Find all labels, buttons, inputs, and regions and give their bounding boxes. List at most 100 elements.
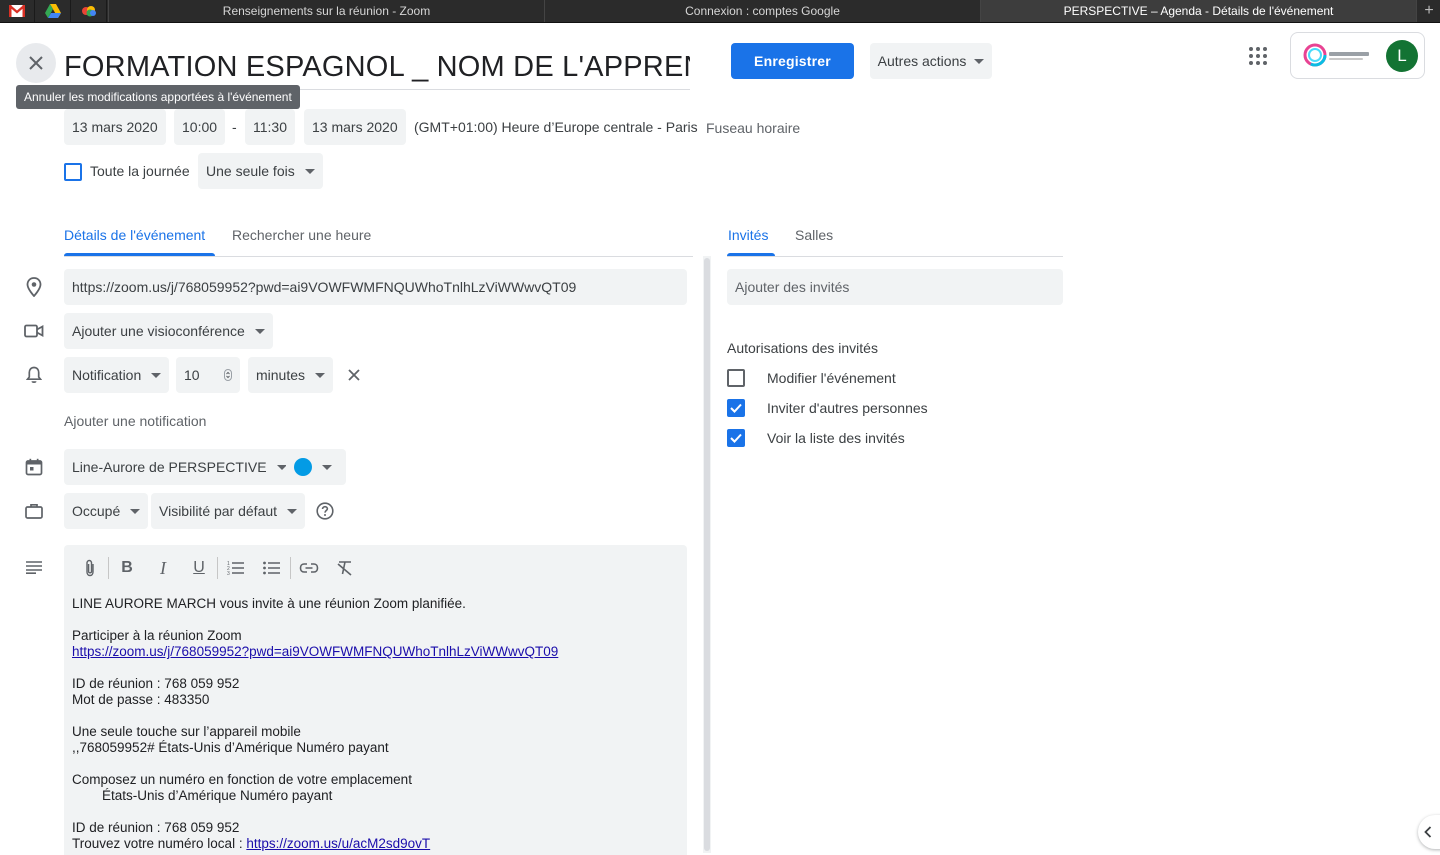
calendar-icon [24,457,44,477]
chevron-left-icon [1424,826,1432,838]
description-line: États-Unis d’Amérique Numéro payant [72,788,333,803]
description-line [72,708,672,724]
availability-dropdown[interactable]: Occupé [64,493,149,529]
zoom-meeting-link[interactable]: https://zoom.us/j/768059952?pwd=ai9VOWFW… [72,644,558,659]
add-notification-button[interactable]: Ajouter une notification [64,413,206,429]
link-button[interactable] [291,553,327,583]
event-title-input[interactable]: FORMATION ESPAGNOL _ NOM DE L'APPRENANT [64,47,690,90]
availability-value: Occupé [72,503,121,519]
account-switcher[interactable]: L [1290,32,1425,79]
notification-value: 10 [184,367,200,383]
description-line [72,756,672,772]
chevron-down-icon [315,372,326,378]
end-date-field[interactable]: 13 mars 2020 [304,109,406,145]
bold-button[interactable]: B [109,553,145,583]
all-day-checkbox[interactable] [64,163,82,181]
event-color-swatch [294,458,312,476]
clear-formatting-button[interactable] [327,553,363,583]
description-line: ,,768059952# États-Unis d’Amérique Numér… [72,740,389,755]
chevron-down-icon [254,328,265,334]
perspective-logo [1301,41,1373,69]
description-line: ID de réunion : 768 059 952 [72,820,240,835]
description-line [72,804,672,820]
permission-invite-label: Inviter d'autres personnes [767,400,928,416]
conference-label: Ajouter une visioconférence [72,323,245,339]
tab-find-time[interactable]: Rechercher une heure [232,227,371,243]
more-actions-label: Autres actions [877,53,967,69]
permission-see-list-label: Voir la liste des invités [767,430,905,446]
description-line: Une seule touche sur l’appareil mobile [72,724,301,739]
close-tooltip: Annuler les modifications apportées à l'… [16,85,300,109]
chevron-down-icon [974,58,985,64]
gmail-pinned-tab[interactable] [0,0,35,22]
checkmark-icon [730,433,742,443]
permission-modify-checkbox[interactable] [727,369,745,387]
photos-pinned-tab[interactable] [72,0,107,22]
tabs-divider [64,256,693,257]
underline-button[interactable]: U [181,553,217,583]
guest-permissions-title: Autorisations des invités [727,340,878,356]
location-input[interactable]: https://zoom.us/j/768059952?pwd=ai9VOWFW… [64,269,687,305]
stepper-arrows-icon[interactable] [224,369,232,381]
bold-icon: B [121,559,133,576]
side-panel-toggle[interactable] [1418,815,1440,849]
drive-pinned-tab[interactable] [36,0,71,22]
notification-type-value: Notification [72,367,142,383]
permission-see-list-checkbox[interactable] [727,429,745,447]
bell-icon [24,365,44,385]
tab-event-details[interactable]: Détails de l'événement [64,227,205,243]
tab-calendar-event[interactable]: PERSPECTIVE – Agenda - Détails de l'évén… [980,0,1416,22]
end-time-field[interactable]: 11:30 [245,109,295,145]
chevron-down-icon [322,464,332,470]
calendar-dropdown[interactable]: Line-Aurore de PERSPECTIVE [64,449,295,485]
numbered-list-button[interactable]: 123 [218,553,254,583]
start-date-field[interactable]: 13 mars 2020 [64,109,166,145]
local-number-link[interactable]: https://zoom.us/u/acM2sd9ovT [246,836,430,851]
notification-type-dropdown[interactable]: Notification [64,357,170,393]
save-button-label: Enregistrer [754,53,831,69]
tabs-divider [727,256,1063,257]
save-button[interactable]: Enregistrer [731,43,854,79]
tab-zoom[interactable]: Renseignements sur la réunion - Zoom [108,0,544,22]
description-line: Trouvez votre numéro local : https://zoo… [72,836,672,852]
attachment-button[interactable] [72,553,108,583]
remove-notification-button[interactable] [344,365,364,385]
chevron-down-icon [304,168,315,174]
description-editor[interactable]: B I U 123 LINE AURORE MARCH vous invite … [64,545,687,855]
notification-value-stepper[interactable]: 10 [176,357,240,393]
notification-unit-dropdown[interactable]: minutes [248,357,334,393]
permission-invite-checkbox[interactable] [727,399,745,417]
add-guests-input[interactable]: Ajouter des invités [727,269,1063,305]
close-button[interactable] [16,43,56,83]
new-tab-button[interactable]: + [1416,0,1440,22]
description-line: https://zoom.us/j/768059952?pwd=ai9VOWFW… [72,644,672,660]
event-color-dropdown[interactable] [286,449,346,485]
paperclip-icon [86,559,94,577]
start-time-field[interactable]: 10:00 [174,109,226,145]
visibility-dropdown[interactable]: Visibilité par défaut [151,493,306,529]
chevron-down-icon [130,508,141,514]
add-conference-dropdown[interactable]: Ajouter une visioconférence [64,313,273,349]
drive-icon [45,4,61,18]
scrollbar-thumb[interactable] [704,258,710,851]
description-line [72,660,672,676]
tab-guests[interactable]: Invités [728,227,768,243]
description-line: Participer à la réunion Zoom [72,628,242,643]
tab-google-accounts[interactable]: Connexion : comptes Google [544,0,980,22]
timezone-button[interactable]: Fuseau horaire [706,120,800,136]
avatar[interactable]: L [1386,40,1418,72]
description-text[interactable]: LINE AURORE MARCH vous invite à une réun… [72,596,672,852]
italic-button[interactable]: I [145,553,181,583]
video-camera-icon [24,321,44,341]
help-icon[interactable] [315,501,335,521]
more-actions-button[interactable]: Autres actions [870,43,992,79]
recurrence-value: Une seule fois [206,163,295,179]
cloud-app-icon [82,6,96,17]
apps-button[interactable] [1240,38,1276,74]
description-icon [24,557,44,577]
notification-unit-value: minutes [256,367,306,383]
location-pin-icon [24,277,44,297]
bulleted-list-button[interactable] [254,553,290,583]
recurrence-dropdown[interactable]: Une seule fois [198,153,323,189]
tab-rooms[interactable]: Salles [795,227,833,243]
